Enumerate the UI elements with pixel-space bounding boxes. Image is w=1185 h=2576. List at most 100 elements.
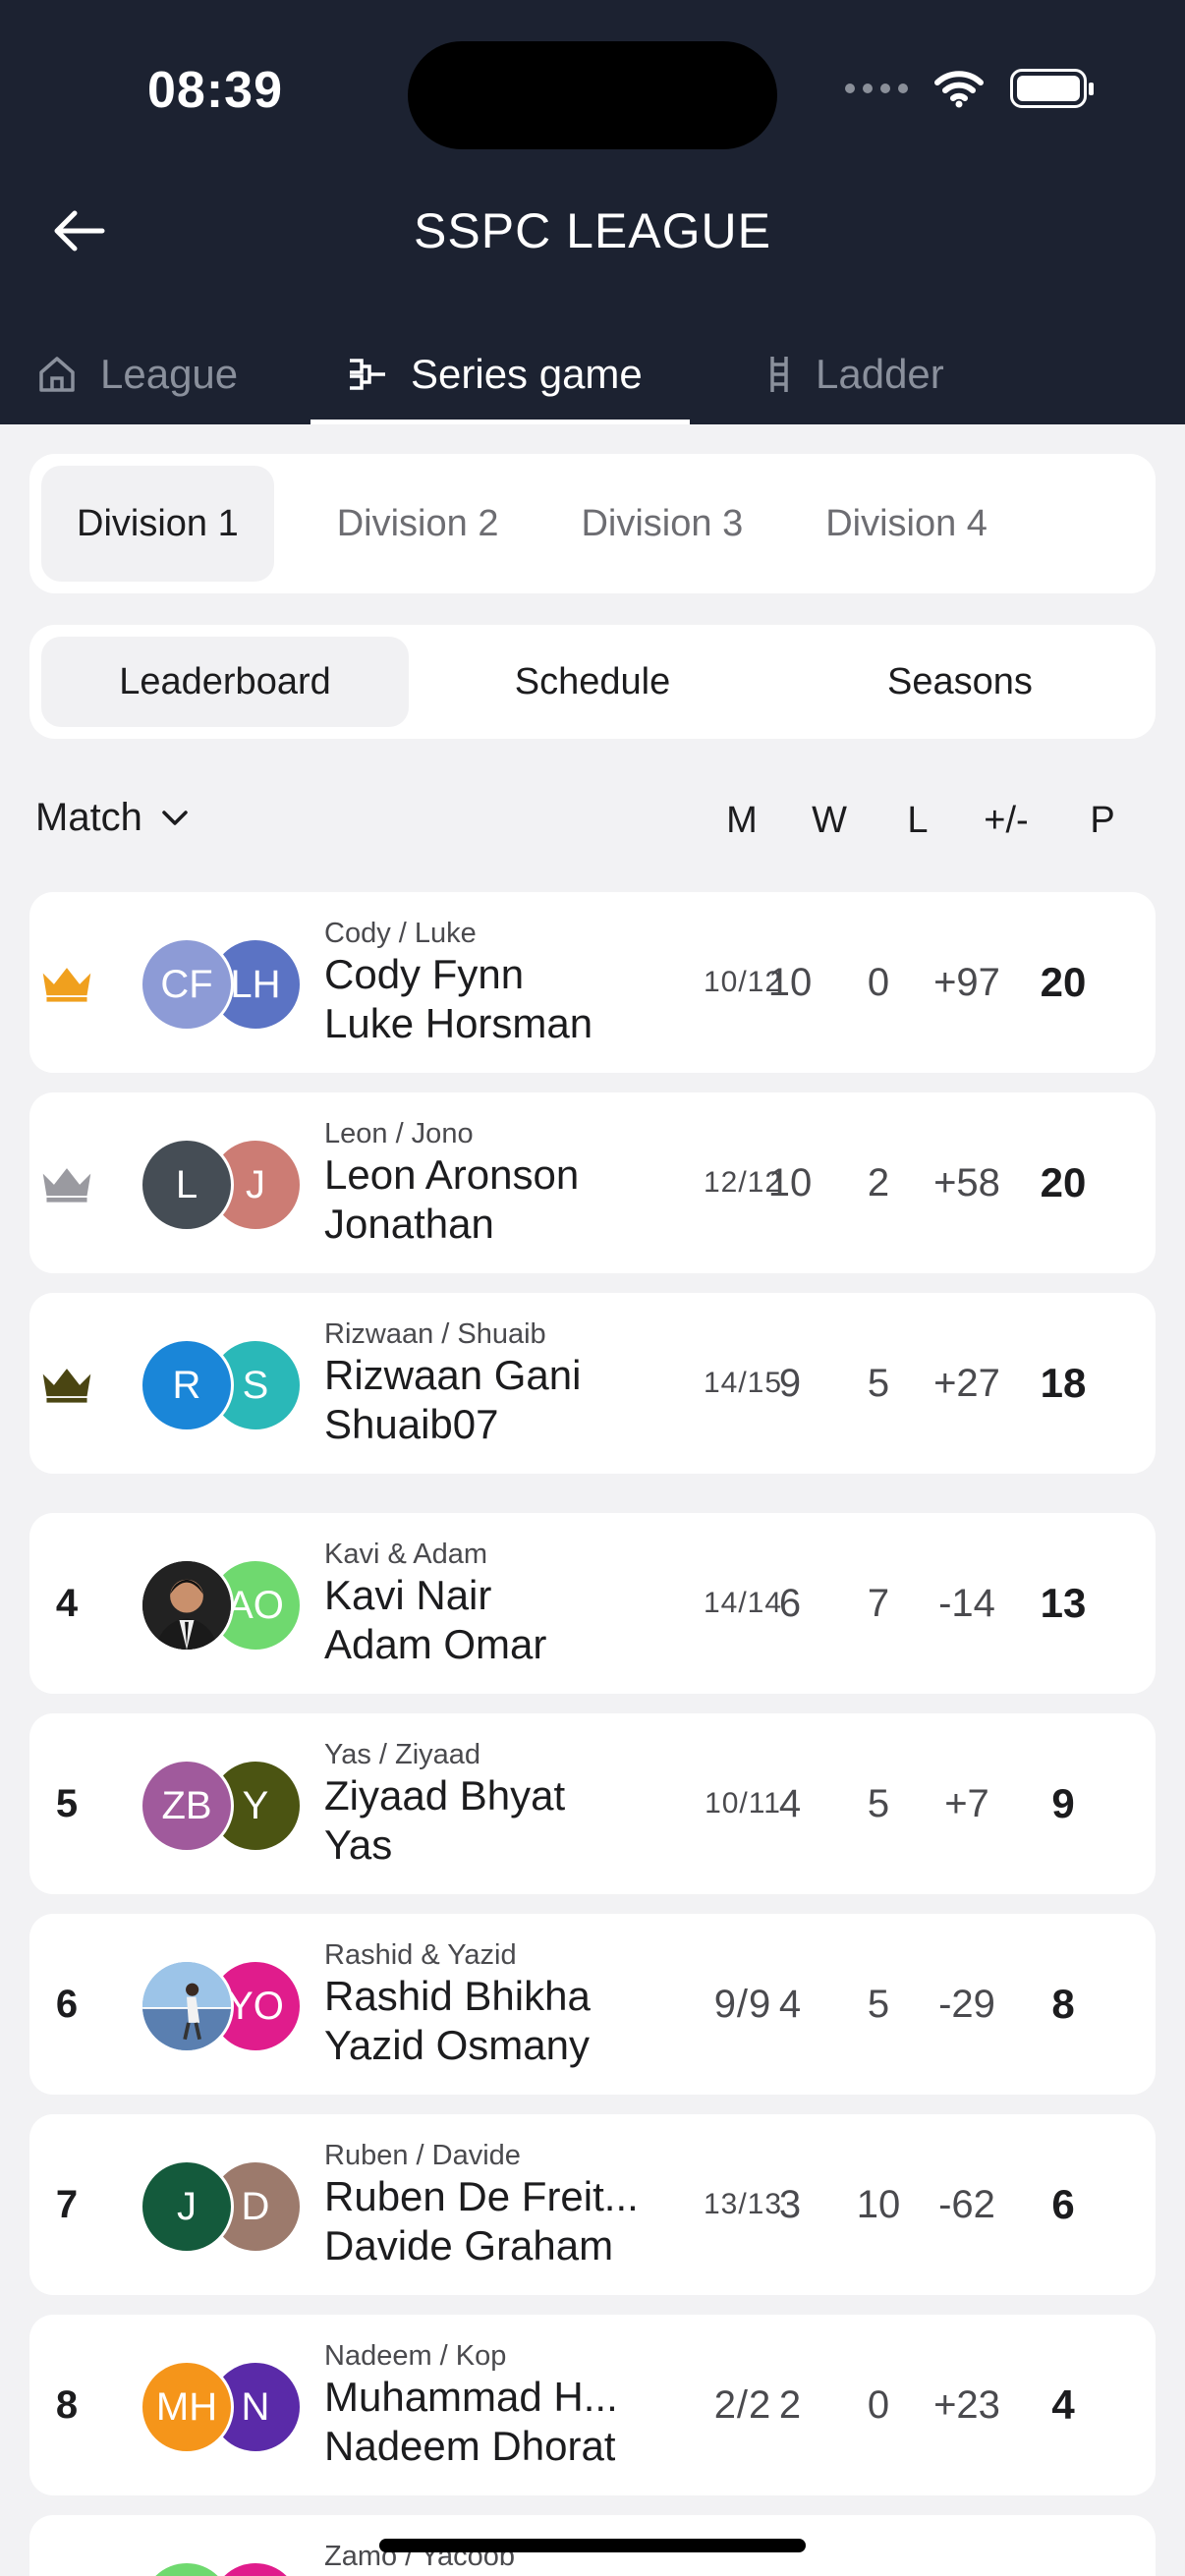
wins-value: 6 bbox=[778, 1581, 802, 1625]
points-value bbox=[1019, 2515, 1107, 2576]
avatar bbox=[140, 1959, 234, 2053]
wins-value: 4 bbox=[778, 1982, 802, 2026]
diff-value: -14 bbox=[938, 1581, 995, 1625]
col-matches: M bbox=[726, 800, 758, 841]
table-row[interactable]: 4 AO Kavi & Adam Kavi Nair Adam Omar 14/14 6 7-… bbox=[29, 1513, 1156, 1694]
crown-icon bbox=[42, 1369, 91, 1403]
table-row[interactable]: CF LH Cody / Luke Cody Fynn Luke Horsman 10/1… bbox=[29, 892, 1156, 1073]
diff-value: +58 bbox=[933, 1160, 1000, 1204]
rank-number: 6 bbox=[55, 1982, 79, 2026]
team-name: Leon / Jono bbox=[324, 1118, 474, 1149]
signal-icon bbox=[845, 84, 908, 93]
chevron-down-icon bbox=[162, 810, 188, 825]
diff-value bbox=[923, 2515, 1011, 2576]
team-avatars: AO bbox=[140, 1558, 307, 1652]
losses-value: 0 bbox=[867, 2382, 890, 2427]
losses-value bbox=[834, 2515, 923, 2576]
team-name: Rashid & Yazid bbox=[324, 1939, 517, 1971]
table-row[interactable]: R S Rizwaan / Shuaib Rizwaan Gani Shuaib07 14… bbox=[29, 1293, 1156, 1474]
division-tabs: Division 1 Division 2 Division 3 Divisio… bbox=[29, 454, 1156, 593]
table-row[interactable]: 5 ZB Y Yas / Ziyaad Ziyaad Bhyat Yas 10/11 4 5 +7… bbox=[29, 1713, 1156, 1894]
team-avatars: ZB Y bbox=[140, 1759, 307, 1853]
table-row[interactable]: 7 J D Ruben / Davide Ruben De Freit... Davide… bbox=[29, 2114, 1156, 2295]
leaderboard-header: Match M W L +/- P bbox=[0, 786, 1185, 855]
status-icons bbox=[845, 69, 1094, 108]
wins-value: 10 bbox=[767, 1160, 813, 1204]
col-losses: L bbox=[907, 800, 929, 841]
losses-value: 5 bbox=[867, 1781, 890, 1825]
rank-crown bbox=[39, 892, 94, 1073]
rank-number: 7 bbox=[55, 2182, 79, 2226]
points-value: 6 bbox=[1051, 2181, 1075, 2227]
home-icon bbox=[39, 357, 75, 392]
crown-icon bbox=[42, 1168, 91, 1203]
team-name: Kavi & Adam bbox=[324, 1539, 488, 1570]
page-title: SSPC LEAGUE bbox=[414, 203, 771, 258]
wifi-icon bbox=[934, 71, 984, 108]
player-2-name: Jonathan bbox=[324, 1201, 494, 1247]
points-value: 20 bbox=[1040, 1159, 1087, 1205]
diff-value: +97 bbox=[933, 960, 1000, 1004]
wins-value: 4 bbox=[778, 1781, 802, 1825]
rank-number: 8 bbox=[55, 2382, 79, 2427]
team-avatars: RS bbox=[140, 1338, 307, 1432]
profile-photo bbox=[142, 1962, 231, 2050]
losses-value: 10 bbox=[856, 2182, 901, 2226]
player-2-name: Luke Horsman bbox=[324, 1000, 593, 1046]
view-tabs: Leaderboard Schedule Seasons bbox=[29, 625, 1156, 739]
tab-leaderboard[interactable]: Leaderboard bbox=[41, 637, 409, 727]
team-avatars: CF LH bbox=[140, 937, 307, 1032]
team-name: Nadeem / Kop bbox=[324, 2340, 507, 2372]
points-value: 18 bbox=[1040, 1360, 1087, 1406]
player-2-name: Shuaib07 bbox=[324, 1401, 499, 1447]
tab-league[interactable]: League bbox=[35, 324, 238, 424]
bracket-icon bbox=[350, 359, 385, 390]
team-name: Rizwaan / Shuaib bbox=[324, 1318, 546, 1350]
diff-value: +7 bbox=[944, 1781, 989, 1825]
player-1-name: Rizwaan Gani bbox=[324, 1352, 582, 1398]
player-1-name: Ziyaad Bhyat bbox=[324, 1772, 566, 1819]
tab-label: Series game bbox=[411, 351, 643, 397]
wins-value: 9 bbox=[778, 1361, 802, 1405]
match-filter-dropdown[interactable]: Match bbox=[35, 796, 190, 840]
tab-schedule[interactable]: Schedule bbox=[409, 637, 776, 727]
avatar: MH bbox=[140, 2360, 234, 2454]
tab-division-1[interactable]: Division 1 bbox=[41, 466, 274, 582]
team-name: Cody / Luke bbox=[324, 918, 477, 949]
losses-value: 5 bbox=[867, 1361, 890, 1405]
avatar: ZB bbox=[140, 1759, 234, 1853]
player-1-name: Leon Aronson bbox=[324, 1151, 580, 1198]
player-2-name: Davide Graham bbox=[324, 2222, 614, 2268]
table-row[interactable]: 8 MH N Nadeem / Kop Muhammad H... Nadeem Dhor… bbox=[29, 2315, 1156, 2495]
diff-value: +23 bbox=[933, 2382, 1000, 2427]
team-avatars: JD bbox=[140, 2159, 307, 2254]
tab-series-game[interactable]: Series game bbox=[310, 324, 690, 424]
points-value: 4 bbox=[1051, 2381, 1075, 2428]
player-2-name: Yas bbox=[324, 1821, 393, 1868]
losses-value: 0 bbox=[867, 960, 890, 1004]
avatar: R bbox=[140, 1338, 234, 1432]
wins-value: 2 bbox=[778, 2382, 802, 2427]
rank-crown bbox=[39, 1092, 94, 1273]
tab-ladder[interactable]: Ladder bbox=[764, 324, 944, 424]
avatar: J bbox=[140, 2159, 234, 2254]
table-row[interactable]: L J Leon / Jono Leon Aronson Jonathan 12/12 10… bbox=[29, 1092, 1156, 1273]
team-name: Ruben / Davide bbox=[324, 2140, 521, 2171]
player-1-name: Kavi Nair bbox=[324, 1572, 492, 1618]
tab-division-4[interactable]: Division 4 bbox=[790, 466, 1023, 582]
losses-value: 7 bbox=[867, 1581, 890, 1625]
tab-label: League bbox=[100, 351, 239, 397]
col-wins: W bbox=[812, 800, 847, 841]
player-1-name: Rashid Bhikha bbox=[324, 1973, 591, 2019]
status-time: 08:39 bbox=[147, 62, 283, 119]
points-value: 20 bbox=[1040, 959, 1087, 1005]
player-2-name: Yazid Osmany bbox=[324, 2022, 590, 2068]
tab-seasons[interactable]: Seasons bbox=[776, 637, 1144, 727]
tab-division-3[interactable]: Division 3 bbox=[545, 466, 778, 582]
ladder-icon bbox=[770, 357, 788, 392]
dynamic-island bbox=[408, 41, 777, 149]
wins-value: 3 bbox=[778, 2182, 802, 2226]
player-1-name: Ruben De Freit... bbox=[324, 2173, 639, 2219]
tab-division-2[interactable]: Division 2 bbox=[302, 466, 535, 582]
table-row[interactable]: 6 YO Rashid & Yazid Rashid Bhikha Yazid Osma… bbox=[29, 1914, 1156, 2095]
